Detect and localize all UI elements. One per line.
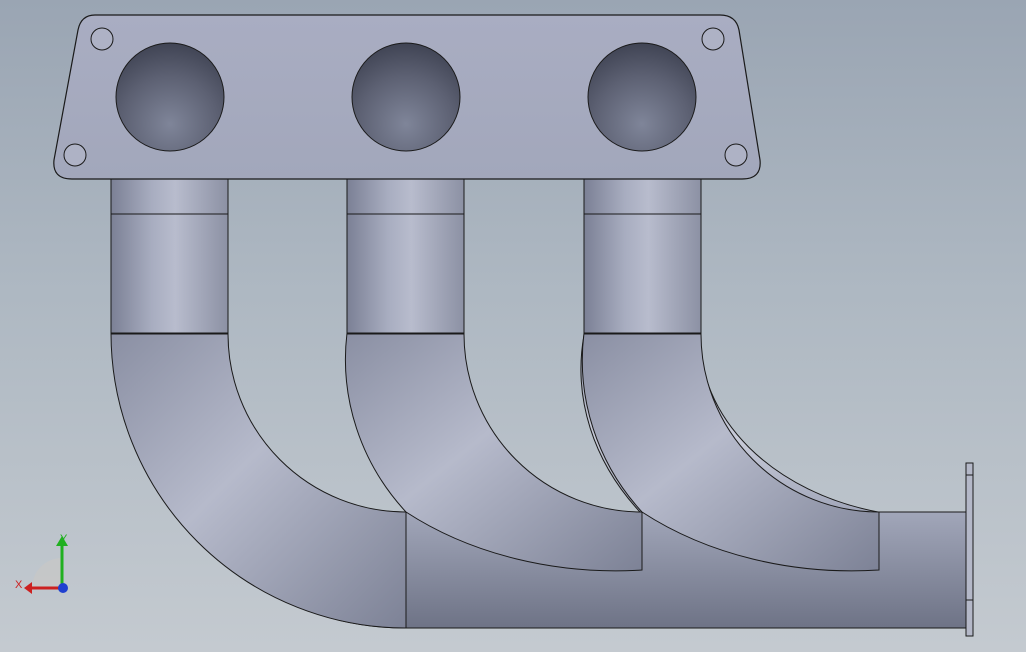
bolt-hole-top-right[interactable]	[701, 27, 725, 51]
bolt-hole-bottom-left[interactable]	[63, 143, 87, 167]
triad-plane-shade	[32, 558, 62, 588]
runner-1-straight[interactable]	[110, 177, 229, 335]
exhaust-port-3[interactable]	[587, 42, 697, 152]
inlet-flange[interactable]	[53, 14, 761, 180]
runner-2-straight[interactable]	[346, 177, 465, 335]
runner-3-straight[interactable]	[583, 177, 702, 335]
z-axis-dot	[58, 583, 68, 593]
graphics-viewport[interactable]: Y X	[0, 0, 1026, 652]
x-axis-label: X	[15, 579, 23, 591]
exhaust-port-2[interactable]	[351, 42, 461, 152]
outlet-flange[interactable]	[965, 462, 974, 637]
exhaust-port-1[interactable]	[115, 42, 225, 152]
reference-triad: Y X	[15, 533, 68, 594]
exhaust-manifold-model[interactable]	[0, 0, 1026, 652]
x-axis-arrowhead	[24, 582, 32, 594]
y-axis-label: Y	[60, 533, 68, 545]
bolt-hole-bottom-right[interactable]	[724, 143, 748, 167]
bolt-hole-top-left[interactable]	[90, 27, 114, 51]
